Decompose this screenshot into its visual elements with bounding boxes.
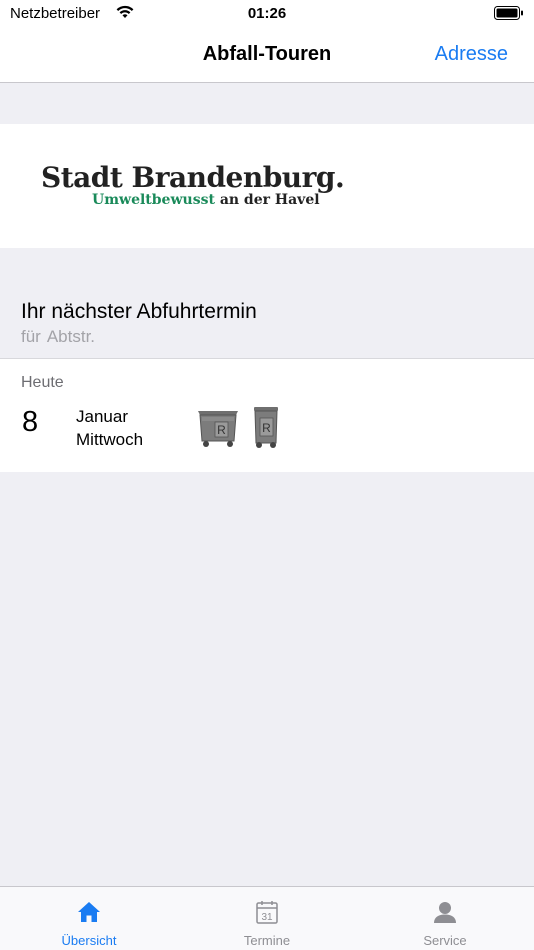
calendar-icon: 31: [256, 901, 278, 924]
wheelie-bin-r-icon: R: [254, 407, 278, 448]
tab-service-label: Service: [423, 933, 467, 948]
battery-icon: [494, 6, 523, 20]
city-logo-subtitle: Umweltbewusst an der Havel: [92, 192, 320, 208]
tab-service[interactable]: Service: [356, 887, 534, 950]
street-label: Abtstr.: [46, 327, 96, 346]
container-bin-r-icon: R: [198, 411, 238, 447]
navigation-bar: Abfall-Touren Adresse: [0, 30, 534, 83]
pickup-month: Januar: [76, 407, 128, 426]
next-pickup-title: Ihr nächster Abfuhrtermin: [21, 300, 257, 323]
city-logo-panel: Stadt Brandenburg. Umweltbewusst an der …: [0, 124, 534, 248]
tab-dates-label: Termine: [243, 933, 291, 948]
logo-sub-green: Umweltbewusst: [92, 192, 215, 208]
home-icon: [78, 902, 100, 922]
address-button[interactable]: Adresse: [435, 43, 508, 66]
for-label: für: [21, 327, 41, 346]
person-icon: [434, 902, 456, 923]
bin1-letter: R: [217, 423, 226, 437]
city-logo-title: Stadt Brandenburg.: [41, 161, 345, 194]
status-bar: Netzbetreiber 01:26: [0, 0, 534, 30]
tab-bar: Übersicht 31 Termine Service: [0, 886, 534, 950]
pickup-day-number: 8: [22, 406, 39, 438]
tab-overview[interactable]: Übersicht: [0, 887, 178, 950]
clock: 01:26: [247, 5, 287, 22]
calendar-icon-day: 31: [261, 912, 273, 923]
pickup-weekday: Mittwoch: [76, 430, 144, 449]
tab-overview-label: Übersicht: [61, 933, 117, 948]
logo-sub-dark: an der Havel: [219, 192, 320, 208]
tab-dates[interactable]: 31 Termine: [178, 887, 356, 950]
pickup-relative-day: Heute: [21, 374, 64, 391]
pickup-card[interactable]: Heute 8 Januar Mittwoch R R: [0, 358, 534, 472]
next-pickup-address: für Abtstr.: [21, 327, 101, 347]
bin2-letter: R: [262, 421, 271, 435]
